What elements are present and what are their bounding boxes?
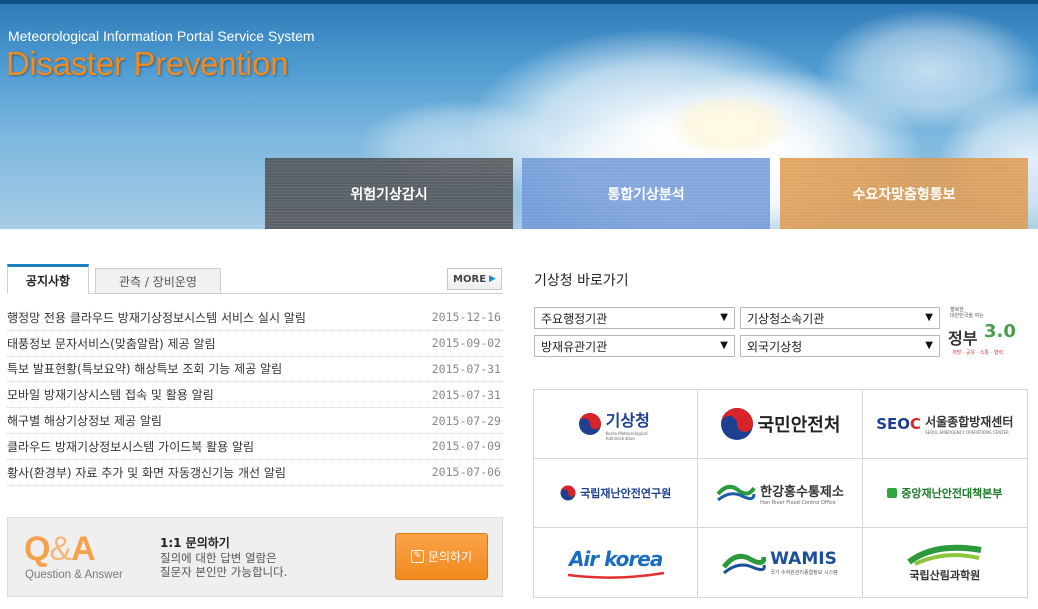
taegeuk-icon: [560, 485, 576, 501]
shortcuts-title: 기상청 바로가기: [534, 273, 629, 289]
more-button[interactable]: MORE ▶: [447, 268, 502, 290]
logo-ndmi[interactable]: 국립재난안전연구원: [534, 459, 699, 528]
pencil-icon: ✎: [410, 550, 424, 563]
nav-hazard-monitoring[interactable]: 위험기상감시: [265, 158, 513, 229]
header-banner: Meteorological Information Portal Servic…: [0, 0, 1038, 229]
logo-mpss[interactable]: 국민안전처: [698, 390, 863, 459]
notice-date: 2015-07-06: [431, 465, 501, 480]
inquiry-button[interactable]: ✎ 문의하기: [395, 533, 488, 580]
logo-wamis[interactable]: WAMIS 국가 수자원관리종합정보 시스템: [698, 528, 863, 597]
list-item: 해구별 해상기상정보 제공 알림 2015-07-29: [7, 408, 503, 434]
qa-caption: Question & Answer: [25, 569, 123, 581]
tab-observation[interactable]: 관측 / 장비운영: [95, 268, 221, 294]
select-disaster-agencies[interactable]: 방재유관기관 ▼: [534, 335, 735, 357]
nav-custom-notification[interactable]: 수요자맞춤형통보: [780, 158, 1028, 229]
top-line: [0, 0, 1038, 4]
notice-title[interactable]: 클라우드 방재기상정보시스템 가이드북 활용 알림: [7, 438, 254, 455]
logo-kma[interactable]: 기상청 Korea Meteorological Administration: [534, 390, 699, 459]
logo-hrfco[interactable]: 한강홍수통제소 Han River Flood Control Office: [698, 459, 863, 528]
wave-icon: [722, 553, 767, 574]
gov30-logo[interactable]: 행복한 대한민국을 여는 정부 3.0 개방 · 공유 · 소통 · 협력: [946, 305, 1028, 363]
notice-title[interactable]: 특보 발표현황(특보요약) 해상특보 조회 기능 제공 알림: [7, 360, 282, 377]
notice-title[interactable]: 황사(환경부) 자료 추가 및 화면 자동갱신기능 개선 알림: [7, 464, 286, 481]
notice-title[interactable]: 행정망 전용 클라우드 방재기상정보시스템 서비스 실시 알림: [7, 309, 306, 326]
qa-heading: 1:1 문의하기: [160, 536, 230, 550]
taegeuk-icon: [720, 408, 753, 440]
notice-title[interactable]: 태풍정보 문자서비스(맞춤알람) 제공 알림: [7, 335, 216, 352]
list-item: 황사(환경부) 자료 추가 및 화면 자동갱신기능 개선 알림 2015-07-0…: [7, 460, 503, 486]
list-item: 태풍정보 문자서비스(맞춤알람) 제공 알림 2015-09-02: [7, 331, 503, 357]
qa-description: 질의에 대한 답변 열람은 질문자 본인만 가능합니다.: [160, 551, 288, 579]
agency-logo-grid: 기상청 Korea Meteorological Administration …: [533, 389, 1028, 598]
notice-date: 2015-09-02: [431, 336, 501, 351]
notice-date: 2015-07-29: [431, 413, 501, 428]
caret-down-icon: ▼: [925, 312, 933, 323]
caret-down-icon: ▼: [925, 340, 933, 351]
notice-date: 2015-07-31: [431, 361, 501, 376]
notice-list: 행정망 전용 클라우드 방재기상정보시스템 서비스 실시 알림 2015-12-1…: [7, 305, 503, 486]
logo-kfri[interactable]: 국립산림과학원: [863, 528, 1027, 597]
notice-date: 2015-12-16: [431, 310, 501, 325]
list-item: 행정망 전용 클라우드 방재기상정보시스템 서비스 실시 알림 2015-12-1…: [7, 305, 503, 331]
nav-integrated-analysis[interactable]: 통합기상분석: [522, 158, 770, 229]
list-item: 클라우드 방재기상정보시스템 가이드북 활용 알림 2015-07-09: [7, 434, 503, 460]
list-item: 특보 발표현황(특보요약) 해상특보 조회 기능 제공 알림 2015-07-31: [7, 357, 503, 383]
logo-airkorea[interactable]: Air korea: [534, 528, 699, 597]
caret-down-icon: ▼: [720, 312, 728, 323]
qa-logo: Q&A: [24, 530, 96, 568]
notice-title[interactable]: 모바일 방재기상시스템 접속 및 활용 알림: [7, 386, 214, 403]
select-kma-affiliates[interactable]: 기상청소속기관 ▼: [740, 307, 940, 329]
logo-seoul-center[interactable]: SEOC 서울종합방재센터 SEOUL EMERGENCY OPERATIONS…: [862, 390, 1027, 459]
tab-notice[interactable]: 공지사항: [7, 264, 89, 294]
site-title[interactable]: Disaster Prevention: [6, 45, 289, 83]
notice-date: 2015-07-09: [431, 439, 501, 454]
notice-date: 2015-07-31: [431, 387, 501, 402]
qa-box: Q&A Question & Answer 1:1 문의하기 질의에 대한 답변…: [7, 517, 503, 597]
play-arrow-icon: ▶: [489, 274, 496, 284]
caret-down-icon: ▼: [720, 340, 728, 351]
swoosh-icon: [567, 571, 664, 579]
list-item: 모바일 방재기상시스템 접속 및 활용 알림 2015-07-31: [7, 382, 503, 409]
select-foreign-weather[interactable]: 외국기상청 ▼: [740, 335, 940, 357]
forest-icon: [906, 544, 982, 566]
site-subtitle: Meteorological Information Portal Servic…: [8, 28, 315, 44]
select-admin-agencies[interactable]: 주요행정기관 ▼: [534, 307, 735, 329]
logo-cdsch[interactable]: 중앙재난안전대책본부: [862, 459, 1027, 528]
notice-title[interactable]: 해구별 해상기상정보 제공 알림: [7, 412, 162, 429]
wave-icon: [716, 484, 756, 502]
taegeuk-icon: [578, 413, 601, 435]
sun-glow: [670, 95, 790, 155]
more-label: MORE: [453, 273, 487, 285]
notice-tabs: 공지사항 관측 / 장비운영: [7, 264, 503, 294]
